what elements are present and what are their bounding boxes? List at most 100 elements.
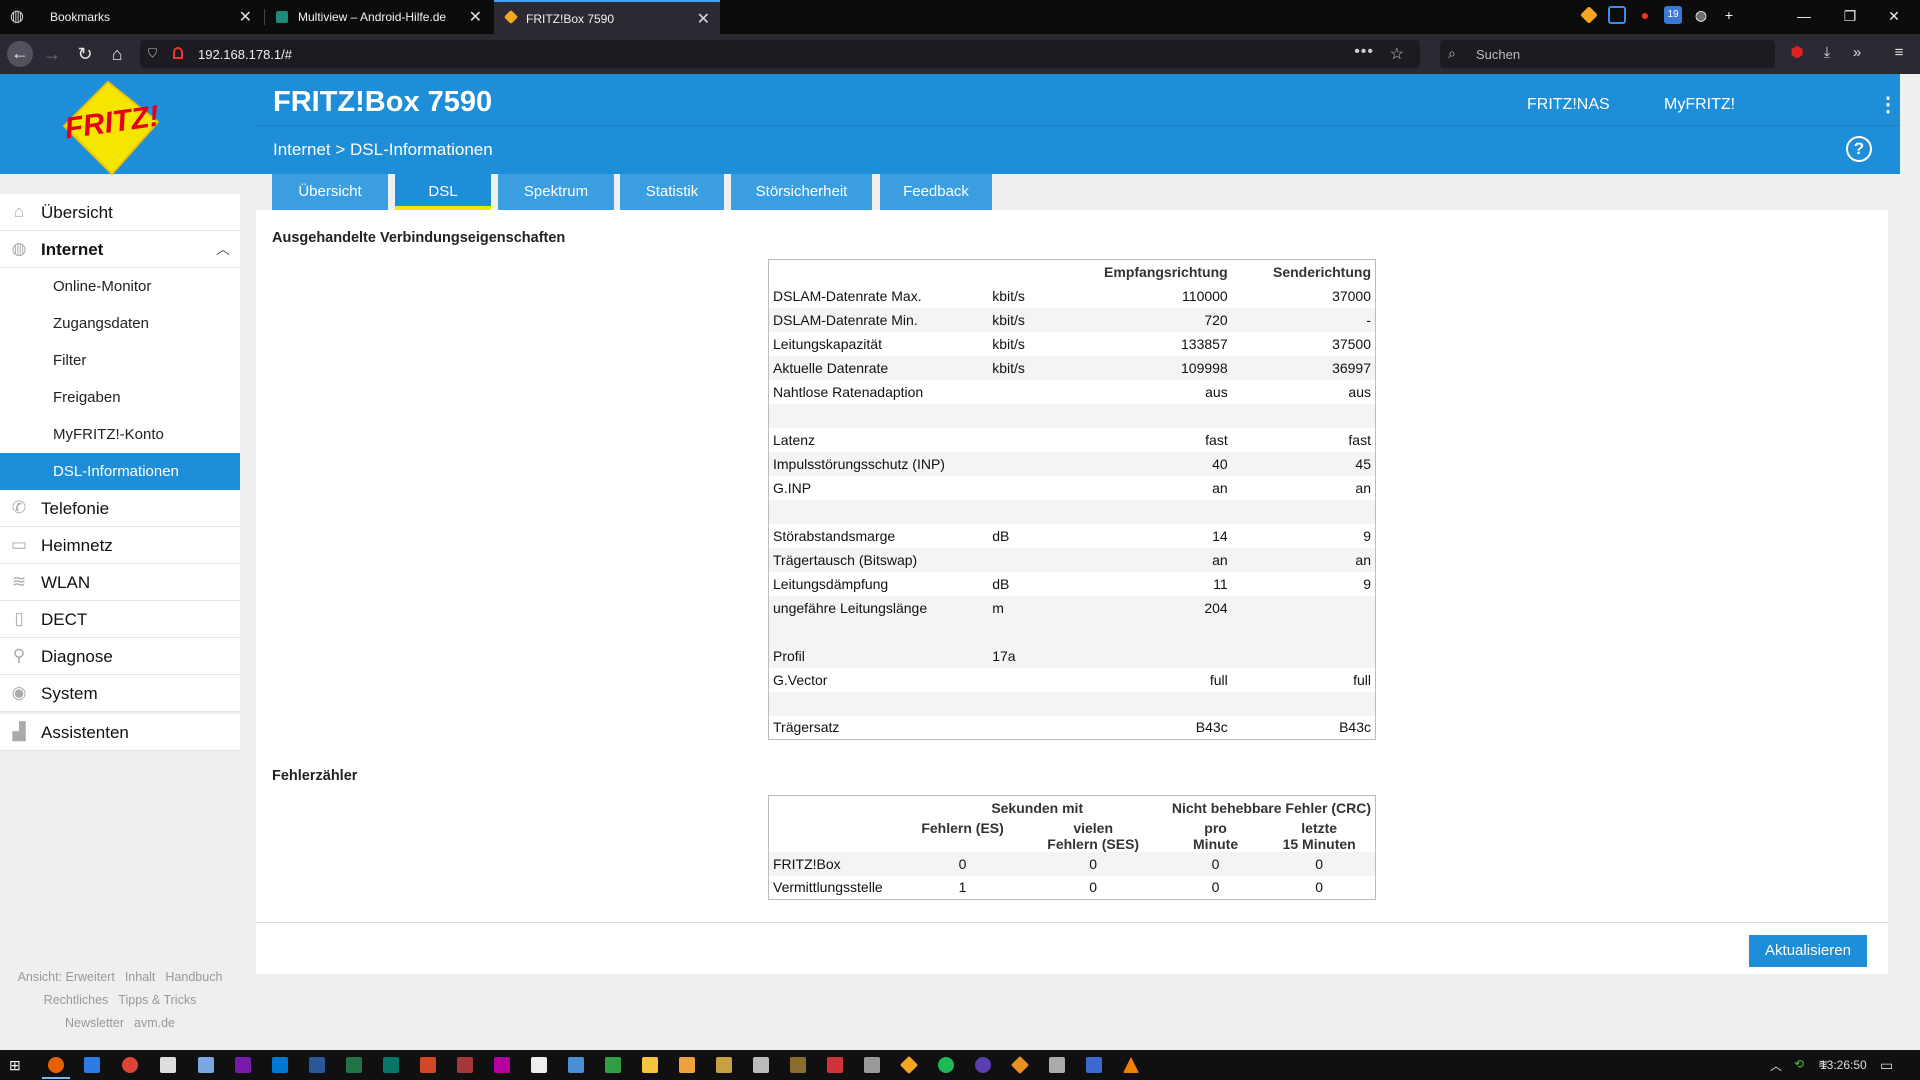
tool-taskbar-icon[interactable] [716,1057,732,1073]
outlook-taskbar-icon[interactable] [272,1057,288,1073]
document-taskbar-icon[interactable] [198,1057,214,1073]
scrollbar-thumb[interactable] [1906,84,1914,1034]
file-taskbar-icon[interactable] [568,1057,584,1073]
sidebar-item-system[interactable]: ◉ System [0,675,240,712]
tab-statistik[interactable]: Statistik [620,174,724,210]
browser-tab-fritzbox[interactable]: FRITZ!Box 7590 ✕ [494,0,720,34]
refresh-button[interactable]: Aktualisieren [1749,935,1867,967]
tab-dsl[interactable]: DSL [395,174,491,210]
sidebar-subitem-freigaben[interactable]: Freigaben [0,379,240,416]
overflow-menu-icon[interactable]: » [1846,42,1868,64]
word-taskbar-icon[interactable] [309,1057,325,1073]
insecure-lock-icon[interactable] [173,47,183,59]
speaker-taskbar-icon[interactable] [864,1057,880,1073]
myfritz-link[interactable]: MyFRITZ! [1664,96,1735,114]
globe-icon[interactable]: ◍ [1692,6,1710,24]
publisher-taskbar-icon[interactable] [383,1057,399,1073]
app-taskbar-icon[interactable] [494,1057,510,1073]
search-bar[interactable]: ⌕ Suchen [1440,40,1775,68]
downloads-icon[interactable]: ⤓ [1816,42,1838,64]
tab-feedback[interactable]: Feedback [880,174,992,210]
firefox-menu-icon[interactable]: ◍ [8,8,26,26]
sidebar-subitem-myfritz-konto[interactable]: MyFRITZ!-Konto [0,416,240,453]
calendar-extension-icon[interactable]: 19 [1664,6,1682,24]
bookmark-star-icon[interactable]: ☆ [1390,44,1404,64]
excel-taskbar-icon[interactable] [346,1057,362,1073]
tab-spektrum[interactable]: Spektrum [498,174,614,210]
breadcrumb[interactable]: Internet > DSL-Informationen [273,140,493,160]
close-icon[interactable]: ✕ [239,7,252,27]
spotify-taskbar-icon[interactable] [938,1057,954,1073]
newsletter-link[interactable]: Newsletter [65,1016,124,1030]
page-scrollbar[interactable] [1900,74,1920,1050]
file-taskbar-icon[interactable] [679,1057,695,1073]
sidebar-item-uebersicht[interactable]: ⌂ Übersicht [0,194,240,231]
notepad-taskbar-icon[interactable] [160,1057,176,1073]
access-taskbar-icon[interactable] [457,1057,473,1073]
ublock-icon[interactable]: ⬢ [1786,42,1808,64]
app-taskbar-icon[interactable] [827,1057,843,1073]
reload-icon[interactable]: ↻ [73,42,97,66]
sidebar-subitem-zugangsdaten[interactable]: Zugangsdaten [0,305,240,342]
tracking-shield-icon[interactable]: ⛉ [148,46,157,61]
chrome-taskbar-icon[interactable] [122,1057,138,1073]
help-icon[interactable]: ? [1846,136,1872,162]
image-taskbar-icon[interactable] [753,1057,769,1073]
new-tab-icon[interactable]: + [1720,6,1738,24]
sidebar-item-assistenten[interactable]: ▟ Assistenten [0,714,240,751]
fritz-logo[interactable]: FRITZ! [58,80,168,176]
sidebar-item-telefonie[interactable]: ✆ Telefonie [0,490,240,527]
sidebar-item-dect[interactable]: ▯ DECT [0,601,240,638]
app-taskbar-icon[interactable] [1086,1057,1102,1073]
forward-icon[interactable]: → [40,42,64,66]
raspberry-extension-icon[interactable]: ● [1636,6,1654,24]
url-bar[interactable]: ⛉ 192.168.178.1/# ••• ☆ [140,40,1420,68]
firefox-taskbar-icon[interactable] [42,1057,70,1079]
close-icon[interactable]: ✕ [469,7,482,27]
url-text[interactable]: 192.168.178.1/# [198,47,292,62]
back-icon[interactable]: ← [7,41,33,67]
notes-taskbar-icon[interactable] [642,1057,658,1073]
network-tray-icon[interactable]: ⟲ [1794,1057,1804,1071]
sidebar-item-wlan[interactable]: ≋ WLAN [0,564,240,601]
fritz-taskbar-icon[interactable] [899,1055,919,1075]
sidebar-item-diagnose[interactable]: ⚲ Diagnose [0,638,240,675]
sidebar-item-internet[interactable]: ◍ Internet ︿ [0,231,240,268]
app-taskbar-icon[interactable] [1010,1055,1030,1075]
browser-tab-bookmarks[interactable]: Bookmarks ✕ [36,0,262,34]
screenshot-extension-icon[interactable] [1608,6,1626,24]
explorer-taskbar-icon[interactable] [84,1057,100,1073]
hamburger-menu-icon[interactable]: ≡ [1888,42,1910,64]
sidebar-subitem-filter[interactable]: Filter [0,342,240,379]
sidebar-subitem-online-monitor[interactable]: Online-Monitor [0,268,240,305]
onenote-taskbar-icon[interactable] [235,1057,251,1073]
app-taskbar-icon[interactable] [975,1057,991,1073]
close-icon[interactable]: ✕ [697,9,710,29]
tray-expand-icon[interactable]: ︿ [1770,1057,1782,1074]
vlc-taskbar-icon[interactable] [1123,1057,1139,1073]
powerpoint-taskbar-icon[interactable] [420,1057,436,1073]
tab-uebersicht[interactable]: Übersicht [272,174,388,210]
fritznas-link[interactable]: FRITZ!NAS [1527,96,1610,114]
fritz-extension-icon[interactable] [1580,6,1598,24]
tool-taskbar-icon[interactable] [1049,1057,1065,1073]
window-close-icon[interactable]: ✕ [1866,0,1920,34]
avm-link[interactable]: avm.de [134,1016,175,1030]
chevron-up-icon[interactable]: ︿ [216,239,230,259]
handbuch-link[interactable]: Handbuch [165,970,222,984]
sidebar-subitem-dsl-informationen[interactable]: DSL-Informationen [0,453,240,490]
browser-tab-multiview[interactable]: Multiview – Android-Hilfe.de ✕ [266,0,492,34]
tool-taskbar-icon[interactable] [790,1057,806,1073]
tab-stoersicherheit[interactable]: Störsicherheit [731,174,872,210]
tipps-link[interactable]: Tipps & Tricks [118,993,196,1007]
rechtliches-link[interactable]: Rechtliches [44,993,109,1007]
inhalt-link[interactable]: Inhalt [125,970,156,984]
kebab-menu-icon[interactable]: ⋮ [1878,92,1898,117]
view-mode-link[interactable]: Ansicht: Erweitert [18,970,115,984]
file-taskbar-icon[interactable] [605,1057,621,1073]
notification-icon[interactable]: ▭ [1880,1057,1893,1074]
windows-start-icon[interactable]: ⊞ [9,1057,25,1073]
page-actions-icon[interactable]: ••• [1354,43,1374,61]
home-icon[interactable]: ⌂ [105,42,129,66]
sidebar-item-heimnetz[interactable]: ▭ Heimnetz [0,527,240,564]
